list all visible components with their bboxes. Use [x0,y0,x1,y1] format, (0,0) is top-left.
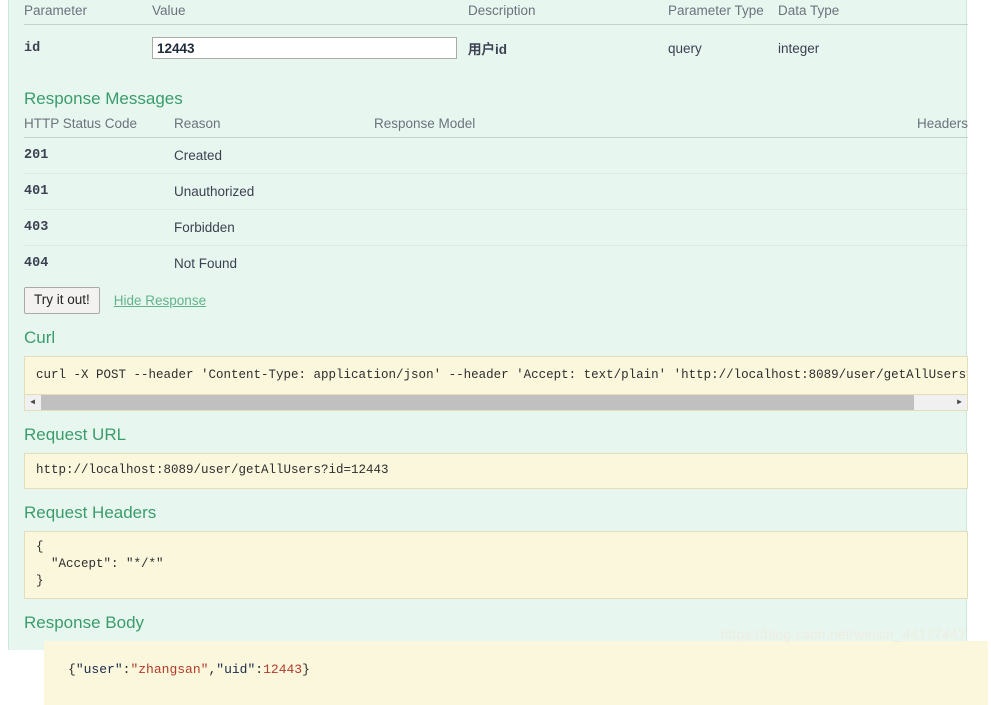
table-row: 404 Not Found [24,246,968,282]
scroll-left-arrow-icon[interactable]: ◀ [25,395,40,410]
scrollbar-thumb[interactable] [41,395,914,410]
response-body-block: {"user":"zhangsan","uid":12443} [44,641,988,705]
column-header-headers: Headers [916,116,968,131]
column-header-parameter-type: Parameter Type [668,3,764,18]
json-token: "uid" [216,662,256,677]
swagger-operation-panel: Parameter Value Description Parameter Ty… [8,0,988,705]
json-token: "zhangsan" [130,662,209,677]
table-row: 201 Created [24,137,968,174]
parameter-description: 用户id [468,42,507,57]
column-header-response-model: Response Model [374,116,476,131]
json-token: } [302,662,310,677]
column-header-value: Value [152,3,186,18]
response-messages-table: HTTP Status Code Reason Response Model H… [24,116,968,281]
curl-code-block: curl -X POST --header 'Content-Type: app… [24,356,968,411]
parameter-value-cell [152,25,468,78]
column-header-parameter: Parameter [24,3,88,18]
response-body-title: Response Body [24,613,145,632]
status-code: 404 [24,256,49,271]
parameter-type: query [668,40,702,56]
status-code: 403 [24,209,174,246]
request-url-block: http://localhost:8089/user/getAllUsers?i… [24,453,968,489]
response-body-json: {"user":"zhangsan","uid":12443} [44,641,988,705]
json-token: , [208,662,217,677]
request-headers-block: { "Accept": "*/*" } [24,531,968,599]
status-response-model [374,209,814,246]
hide-response-link[interactable]: Hide Response [114,293,206,308]
curl-command-text: curl -X POST --header 'Content-Type: app… [36,368,967,382]
try-it-out-button[interactable]: Try it out! [24,287,100,314]
status-headers [814,137,968,174]
status-reason: Unauthorized [174,173,374,210]
parameter-name: id [24,40,41,56]
status-reason: Not Found [174,256,238,271]
status-reason: Created [174,137,374,174]
column-header-description: Description [468,3,536,18]
parameters-table: Parameter Value Description Parameter Ty… [24,0,968,77]
table-row: 403 Forbidden [24,209,968,246]
json-token: : [122,662,131,677]
status-headers [814,246,968,282]
parameters-table-header-row: Parameter Value Description Parameter Ty… [24,0,968,25]
column-header-reason: Reason [174,116,221,131]
request-url-title: Request URL [24,425,127,444]
status-headers [814,173,968,210]
parameter-value-input[interactable] [152,37,457,59]
status-response-model [374,137,814,174]
status-code: 401 [24,173,174,210]
status-code: 201 [24,137,174,174]
json-token: { [68,662,76,677]
status-response-model [374,246,814,282]
request-headers-text: { "Accept": "*/*" } [36,540,164,588]
parameter-data-type: integer [778,40,820,56]
response-messages-section: Response Messages HTTP Status Code Reaso… [24,89,968,281]
response-messages-header-row: HTTP Status Code Reason Response Model H… [24,116,968,138]
status-headers [814,209,968,246]
scroll-right-arrow-icon[interactable]: ▶ [952,395,967,410]
json-token: : [255,662,264,677]
column-header-http-status-code: HTTP Status Code [24,116,138,131]
table-row: id 用户id query integer [24,25,968,78]
table-row: 401 Unauthorized [24,173,968,210]
json-token: "user" [75,662,123,677]
action-row: Try it out! Hide Response [24,287,968,314]
status-response-model [374,173,814,210]
response-messages-title: Response Messages [24,89,183,108]
request-headers-title: Request Headers [24,503,157,522]
status-reason: Forbidden [174,209,374,246]
json-token: 12443 [263,662,303,677]
column-header-data-type: Data Type [778,3,840,18]
curl-horizontal-scrollbar[interactable]: ◀ ▶ [25,394,967,410]
curl-title: Curl [24,328,56,347]
request-url-text: http://localhost:8089/user/getAllUsers?i… [36,463,389,477]
